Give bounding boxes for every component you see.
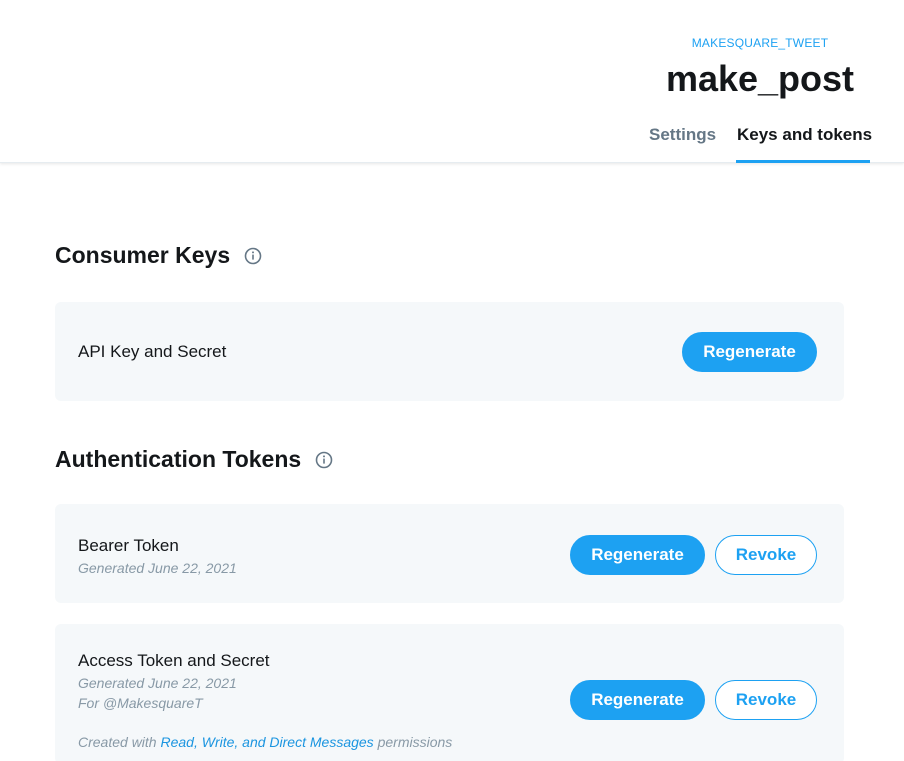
access-revoke-button[interactable]: Revoke	[715, 680, 817, 720]
auth-tokens-title: Authentication Tokens	[55, 446, 302, 472]
consumer-keys-title: Consumer Keys	[55, 242, 231, 268]
bearer-token-generated: Generated June 22, 2021	[78, 560, 237, 576]
app-title: make_post	[665, 58, 855, 99]
access-token-card: Access Token and Secret Generated June 2…	[55, 624, 844, 761]
tab-keys-and-tokens[interactable]: Keys and tokens	[737, 125, 872, 145]
access-token-label: Access Token and Secret	[78, 651, 270, 670]
permissions-prefix: Created with	[78, 734, 157, 750]
info-icon[interactable]	[315, 451, 333, 469]
consumer-keys-heading: Consumer Keys	[55, 242, 262, 269]
project-name[interactable]: MAKESQUARE_TWEET	[640, 36, 880, 50]
auth-tokens-heading: Authentication Tokens	[55, 446, 333, 473]
permissions-line: Created with Read, Write, and Direct Mes…	[78, 734, 452, 750]
bearer-revoke-button[interactable]: Revoke	[715, 535, 817, 575]
tab-settings[interactable]: Settings	[649, 125, 716, 145]
permissions-suffix: permissions	[377, 734, 453, 750]
permissions-link[interactable]: Read, Write, and Direct Messages	[160, 734, 373, 750]
bearer-token-label: Bearer Token	[78, 536, 179, 555]
bearer-regenerate-button[interactable]: Regenerate	[570, 535, 705, 575]
api-key-label: API Key and Secret	[78, 342, 227, 361]
bearer-token-card: Bearer Token Generated June 22, 2021 Reg…	[55, 504, 844, 603]
access-token-generated: Generated June 22, 2021	[78, 675, 237, 691]
app-header: MAKESQUARE_TWEET make_post Settings Keys…	[0, 0, 904, 163]
active-tab-indicator	[736, 160, 870, 163]
api-key-regenerate-button[interactable]: Regenerate	[682, 332, 817, 372]
access-regenerate-button[interactable]: Regenerate	[570, 680, 705, 720]
api-key-card: API Key and Secret Regenerate	[55, 302, 844, 401]
info-icon[interactable]	[244, 247, 262, 265]
access-token-user: For @MakesquareT	[78, 695, 203, 711]
